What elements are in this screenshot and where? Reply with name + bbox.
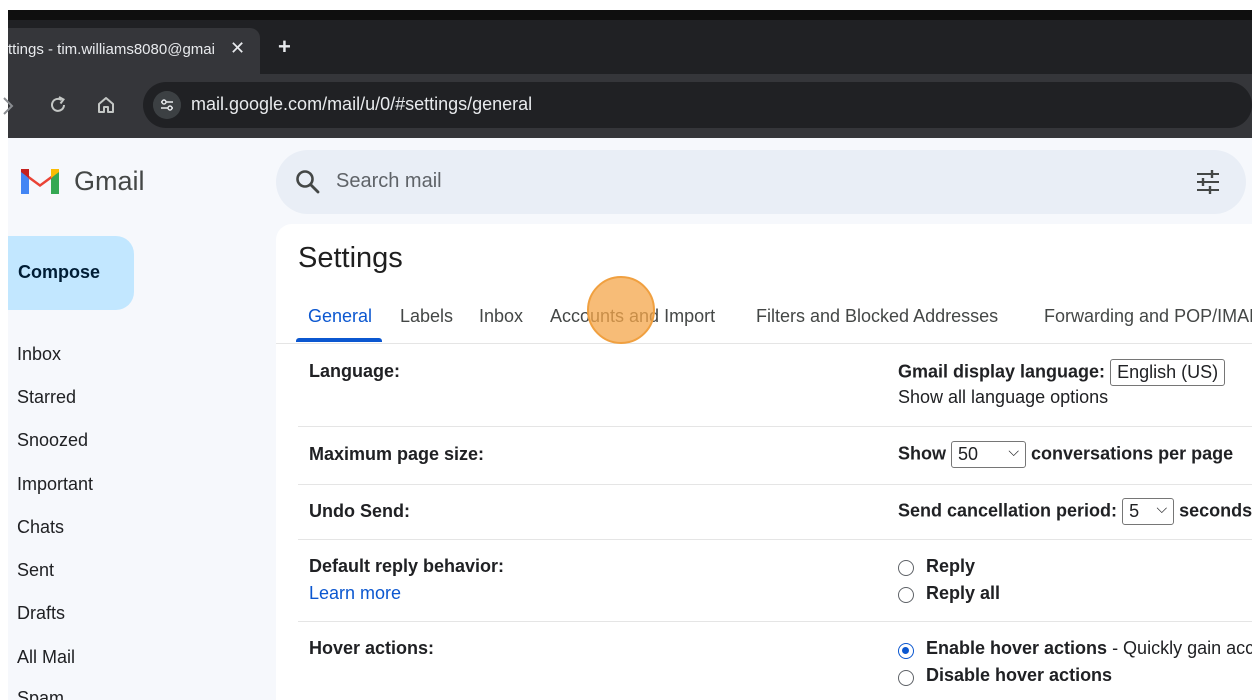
setting-row-hover-actions: Hover actions: Enable hover actions - Qu…	[298, 622, 1252, 700]
display-language-select[interactable]: English (US)	[1110, 359, 1226, 386]
browser-toolbar: mail.google.com/mail/u/0/#settings/gener…	[3, 74, 1252, 138]
tab-inbox[interactable]: Inbox	[479, 306, 523, 327]
display-language-label: Gmail display language:	[898, 361, 1106, 382]
setting-row-page-size: Maximum page size: Show 50 ⌵ conversation…	[298, 427, 1252, 485]
reply-behavior-label: Default reply behavior:	[309, 556, 505, 576]
page-size-select[interactable]: 50 ⌵	[951, 441, 1027, 468]
new-tab-icon[interactable]: +	[278, 34, 291, 60]
reply-option-label: Reply	[926, 556, 976, 576]
cancellation-period-label: Send cancellation period:	[898, 500, 1118, 521]
nav-item-spam[interactable]: Spam	[17, 688, 64, 700]
home-icon[interactable]	[96, 95, 116, 115]
tab-title: ttings - tim.williams8080@gmail.com	[8, 41, 216, 58]
browser-tabbar: ttings - tim.williams8080@gmail.com ✕ +	[8, 20, 1252, 74]
nav-item-inbox[interactable]: Inbox	[17, 344, 61, 365]
compose-label: Compose	[18, 262, 101, 282]
undo-send-control: Send cancellation period: 5 ⌵ seconds	[898, 498, 1252, 525]
reload-icon[interactable]	[48, 95, 68, 115]
back-icon[interactable]	[2, 96, 14, 116]
tab-filters[interactable]: Filters and Blocked Addresses	[756, 306, 998, 327]
reply-all-radio[interactable]	[898, 587, 914, 603]
enable-hover-radio[interactable]	[898, 643, 914, 659]
address-bar[interactable]: mail.google.com/mail/u/0/#settings/gener…	[143, 82, 1252, 128]
tune-icon[interactable]	[1194, 168, 1222, 196]
search-input[interactable]: Search mail	[336, 170, 442, 193]
reply-all-option-label: Reply all	[926, 583, 1001, 603]
gmail-app: Gmail Compose Inbox Starred Snoozed Impo…	[8, 138, 1252, 700]
hover-actions-label: Hover actions:	[309, 638, 435, 658]
tab-general[interactable]: General	[308, 306, 372, 327]
settings-tabs: General Labels Inbox Accounts and Import…	[276, 304, 1252, 344]
page-size-control: Show 50 ⌵ conversations per page	[898, 441, 1233, 468]
active-tab-indicator	[296, 338, 382, 342]
nav-item-drafts[interactable]: Drafts	[17, 603, 65, 624]
gmail-logo-text: Gmail	[74, 166, 145, 196]
page-size-value: 50	[958, 444, 979, 464]
show-language-options-link[interactable]: Show all language options	[898, 387, 1108, 408]
page-size-suffix: conversations per page	[1031, 443, 1234, 464]
settings-panel: Settings General Labels Inbox Accounts a…	[276, 224, 1252, 700]
compose-button[interactable]: Compose	[8, 236, 134, 310]
page-title: Settings	[298, 242, 403, 274]
url-text: mail.google.com/mail/u/0/#settings/gener…	[191, 94, 533, 114]
nav-item-chats[interactable]: Chats	[17, 517, 64, 538]
enable-hover-text: Enable hover actions - Quickly gain acce…	[926, 638, 1252, 659]
disable-hover-label: Disable hover actions	[926, 665, 1113, 685]
nav-item-all-mail[interactable]: All Mail	[17, 647, 75, 668]
browser-tab-settings[interactable]: ttings - tim.williams8080@gmail.com ✕	[8, 28, 260, 74]
gmail-logo-icon	[21, 169, 59, 194]
chevron-down-icon: ⌵	[1008, 443, 1020, 459]
nav-item-sent[interactable]: Sent	[17, 560, 54, 581]
chevron-down-icon: ⌵	[1156, 500, 1168, 516]
search-icon[interactable]	[294, 168, 322, 196]
reply-radio[interactable]	[898, 560, 914, 576]
click-indicator	[587, 276, 655, 344]
disable-hover-radio[interactable]	[898, 670, 914, 686]
enable-hover-label: Enable hover actions	[926, 638, 1108, 658]
learn-more-link[interactable]: Learn more	[309, 583, 401, 604]
language-label: Language:	[309, 361, 401, 381]
cancellation-period-value: 5	[1129, 501, 1140, 521]
cancellation-period-select[interactable]: 5 ⌵	[1122, 498, 1175, 525]
search-bar[interactable]: Search mail	[276, 150, 1246, 214]
nav-item-snoozed[interactable]: Snoozed	[17, 430, 88, 451]
site-settings-icon[interactable]	[153, 91, 181, 119]
enable-hover-description: - Quickly gain access to archive, delete…	[1112, 638, 1252, 658]
nav-item-important[interactable]: Important	[17, 474, 93, 495]
tab-labels[interactable]: Labels	[400, 306, 453, 327]
close-icon[interactable]: ✕	[230, 38, 245, 59]
page-size-label: Maximum page size:	[309, 444, 485, 464]
show-label: Show	[898, 443, 946, 464]
setting-row-undo-send: Undo Send: Send cancellation period: 5 ⌵ …	[298, 485, 1252, 540]
undo-send-label: Undo Send:	[309, 501, 410, 521]
language-control: Gmail display language: English (US)	[898, 359, 1226, 386]
nav-item-starred[interactable]: Starred	[17, 387, 76, 408]
window-top-strip	[8, 10, 1252, 20]
setting-row-reply-behavior: Default reply behavior: Learn more Reply…	[298, 540, 1252, 622]
cancellation-period-suffix: seconds	[1179, 500, 1252, 521]
setting-row-language: Language: Gmail display language: Englis…	[298, 345, 1252, 427]
screen: ttings - tim.williams8080@gmail.com ✕ + …	[0, 0, 1252, 700]
tab-forwarding[interactable]: Forwarding and POP/IMAP	[1044, 306, 1252, 327]
